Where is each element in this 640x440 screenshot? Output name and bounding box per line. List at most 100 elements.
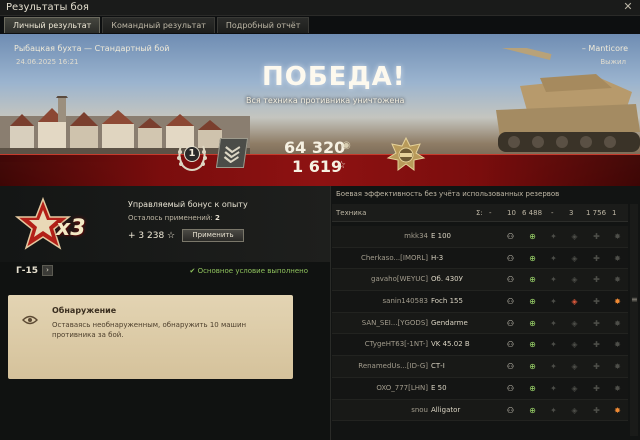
crit-icon: ✚ [593,297,600,307]
hit-icon: ◈ [571,383,578,393]
close-icon[interactable]: ✕ [622,1,634,13]
scroll-thumb[interactable]: ≡ [631,294,638,306]
assist-icon: ⊕ [529,275,536,285]
row-player: CTygeHT63[-1NT-] [364,340,428,349]
xp-star-icon: ☆ [167,231,176,241]
crit-icon: ✚ [593,232,600,241]
spotted-icon: ⚇ [506,318,515,328]
assist-icon: ⊕ [529,297,536,307]
row-player: OXO_777[LHN] [376,383,428,392]
hit-icon: ◈ [571,275,578,285]
assist-icon: ⊕ [529,318,536,328]
col-vehicle[interactable]: Техника [336,209,366,217]
row-player: snou [411,405,428,414]
medal-icon[interactable] [386,136,426,172]
team-rank-badge: 1 [184,146,200,162]
damage-icon: ✦ [550,253,557,263]
spotted-icon: ⚇ [506,362,515,372]
credits-earned: 64 320 [284,138,346,157]
spotted-icon: ⚇ [506,253,515,263]
mission-id: Г-15 [16,266,38,276]
hit-icon: ◈ [571,362,578,372]
row-player: sanin140583 [382,297,428,306]
table-row[interactable]: SAN_SEI...[YGODS] Gendarme ⚇ ⊕ ✦ ◈ ✚ ✸ [332,312,628,335]
row-player: mkk34 [404,232,428,240]
table-row[interactable]: gavaho[WEYUC] Об. 430У ⚇ ⊕ ✦ ◈ ✚ ✸ [332,269,628,292]
kill-icon: ✸ [614,253,621,263]
hit-icon: ◈ [571,232,578,241]
mission-status: ✔ Основное условие выполнено [189,267,308,275]
mission-arrow-button[interactable]: › [42,265,53,276]
bonus-title: Управляемый бонус к опыту [128,200,248,209]
row-player: gavaho[WEYUC] [371,275,428,284]
eye-icon [22,315,38,325]
crit-icon: ✚ [593,318,600,328]
kill-icon: ✸ [614,275,621,285]
spotted-icon: ⚇ [506,297,515,307]
table-row[interactable]: RenamedUs...[ID-G] СТ-I ⚇ ⊕ ✦ ◈ ✚ ✸ [332,356,628,378]
row-player: SAN_SEI...[YGODS] [361,318,428,327]
assist-icon: ⊕ [529,362,536,372]
assist-icon: ⊕ [529,232,536,241]
row-vehicle: СТ-I [431,362,445,371]
kill-icon: ✸ [614,297,621,307]
survival-status: Выжил [600,58,626,66]
bonus-remaining-label: Осталось применений: [128,214,213,222]
town-illustration [0,96,250,162]
spotted-icon: ⚇ [506,275,515,285]
task-title: Обнаружение [52,306,117,315]
row-vehicle: E 100 [431,232,452,240]
damage-icon: ✦ [550,362,557,372]
assist-icon: ⊕ [529,253,536,263]
col-sigma: Σ: [476,209,483,217]
window-title: Результаты боя [6,2,89,13]
table-row[interactable]: sanin140583 Foch 155 ⚇ ⊕ ✦ ◈ ✚ ✸ [332,291,628,313]
col-c6: 1 [612,209,617,217]
player-name: – Manticore [581,44,628,53]
row-vehicle: Foch 155 [431,297,463,306]
col-c2: 6 488 [522,209,543,217]
hit-icon: ◈ [571,253,578,263]
tab-detailed-report[interactable]: Подробный отчёт [216,17,310,33]
credits-icon: ◉ [342,140,351,151]
window-titlebar: Результаты боя ✕ [0,0,640,16]
col-c4: 3 [569,209,574,217]
assist-icon: ⊕ [529,383,536,393]
row-vehicle: Gendarme [431,318,468,327]
battle-date: 24.06.2025 16:21 [16,58,79,66]
assist-icon: ⊕ [529,405,536,415]
damage-icon: ✦ [550,405,557,415]
crit-icon: ✚ [593,405,600,415]
row-vehicle: VK 45.02 B [431,340,470,349]
hit-icon: ◈ [571,318,578,328]
table-row[interactable]: OXO_777[LHN] E 50 ⚇ ⊕ ✦ ◈ ✚ ✸ [332,377,628,400]
hit-icon: ◈ [571,340,578,350]
row-vehicle: Н-3 [431,253,444,262]
table-row[interactable]: mkk34 E 100 ⚇ ⊕ ✦ ◈ ✚ ✸ [332,226,628,248]
xp-star-icon: ☆ [337,160,346,171]
table-row[interactable]: CTygeHT63[-1NT-] VK 45.02 B ⚇ ⊕ ✦ ◈ ✚ ✸ [332,334,628,357]
row-vehicle: Об. 430У [431,275,463,284]
tab-personal-result[interactable]: Личный результат [4,17,101,33]
battle-result-title: ПОБЕДА! [262,62,406,92]
crit-icon: ✚ [593,253,600,263]
scrollbar[interactable] [630,204,638,436]
row-vehicle: Alligator [431,405,461,414]
bonus-multiplier: x3 [56,216,86,241]
tab-team-result[interactable]: Командный результат [102,17,215,33]
table-row[interactable]: Cherkaso...[IMORL] Н-3 ⚇ ⊕ ✦ ◈ ✚ ✸ [332,247,628,270]
spotted-icon: ⚇ [506,405,515,415]
col-c5: 1 756 [586,209,607,217]
row-player: Cherkaso...[IMORL] [360,253,428,262]
efficiency-rows: mkk34 E 100 ⚇ ⊕ ✦ ◈ ✚ ✸ Cherkaso...[IMORL] Н-3 ⚇ ⊕ ✦… [332,226,628,422]
col-c3: - [551,209,554,217]
assist-icon: ⊕ [529,340,536,350]
hit-icon: ◈ [571,297,578,307]
apply-bonus-button[interactable]: Применить [182,229,244,242]
bonus-remaining-value: 2 [215,214,220,222]
tab-bar: Личный результат Командный результат Под… [4,17,310,33]
table-row[interactable]: snou Alligator ⚇ ⊕ ✦ ◈ ✚ ✸ [332,399,628,422]
damage-icon: ✦ [550,383,557,393]
bonus-amount: + 3 238 ☆ [128,231,175,241]
bonus-remaining: Осталось применений: 2 [128,214,220,222]
